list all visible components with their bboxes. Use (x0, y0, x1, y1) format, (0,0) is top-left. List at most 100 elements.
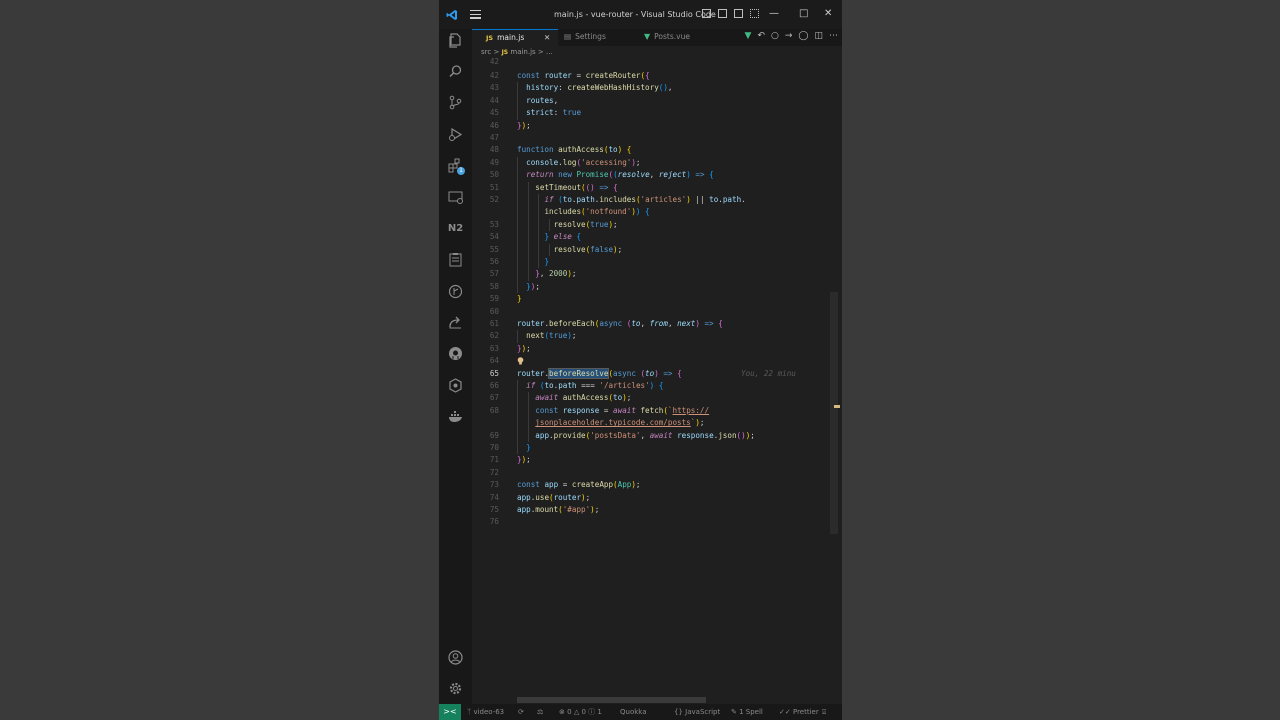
line-number: 44 (489, 95, 499, 105)
breadcrumb-file[interactable]: main.js (510, 48, 535, 56)
quokka-status[interactable]: Quokka (620, 704, 647, 720)
breadcrumb-folder[interactable]: src (481, 48, 491, 56)
nx-console-icon[interactable]: N2 (447, 220, 464, 237)
code-line: 46}); (472, 120, 842, 132)
selected-text: beforeResolve (548, 367, 610, 379)
line-number: 68 (489, 405, 499, 415)
tab-label: Settings (575, 32, 606, 41)
info-icon: ⓘ (588, 708, 596, 716)
code-text: const app = createApp(App); (517, 480, 641, 490)
line-number: 60 (489, 306, 499, 316)
manage-gear-icon[interactable] (447, 680, 464, 697)
lightbulb-quick-fix-icon[interactable] (517, 357, 524, 365)
run-debug-icon[interactable] (447, 126, 464, 143)
breadcrumb-separator: > (537, 48, 544, 56)
language-mode[interactable]: {} JavaScript (674, 704, 720, 720)
publish-icon[interactable]: ⚖ (537, 704, 543, 720)
sync-icon[interactable]: ⟳ (518, 704, 524, 720)
code-line: 52 if (to.path.includes('articles') || t… (472, 194, 842, 207)
breadcrumb[interactable]: src > JS main.js > ... (481, 48, 553, 56)
line-number: 65 (489, 368, 499, 378)
code-text: }); (517, 455, 531, 465)
live-share-icon[interactable] (447, 314, 464, 331)
line-number: 66 (489, 381, 499, 390)
toggle-secondary-sidebar-icon[interactable] (734, 9, 743, 18)
go-next-change-icon[interactable]: → (785, 31, 793, 41)
search-icon[interactable] (447, 63, 464, 80)
tab-posts-vue[interactable]: ▼ Posts.vue (644, 29, 724, 46)
vertical-scrollbar[interactable] (830, 292, 838, 534)
line-number: 46 (489, 120, 499, 130)
split-editor-icon[interactable]: ◫ (814, 31, 823, 41)
code-text: }); (526, 281, 540, 291)
remote-indicator[interactable]: >< (439, 704, 461, 720)
code-text: resolve(false); (553, 244, 623, 254)
warning-icon: △ (573, 708, 580, 716)
code-text: }); (517, 343, 531, 353)
activity-bar: 1 N2 (439, 29, 472, 704)
minimize-button[interactable]: — (769, 8, 779, 19)
git-graph-icon[interactable] (447, 283, 464, 300)
branch-name: video-63 (473, 708, 505, 716)
git-revert-icon[interactable]: ↶ (757, 31, 765, 41)
code-line: 45 strict: true (472, 107, 842, 120)
vue-file-icon: ▼ (644, 32, 651, 41)
git-branch[interactable]: ᛉ video-63 (467, 704, 504, 720)
code-line: 70 } (472, 442, 842, 455)
toggle-primary-sidebar-icon[interactable] (702, 9, 711, 18)
tab-main-js[interactable]: JS main.js ✕ (472, 29, 558, 46)
line-number: 47 (489, 133, 499, 142)
code-line: 60 (472, 306, 842, 318)
close-tab-icon[interactable]: ✕ (544, 30, 550, 45)
line-number: 59 (489, 294, 499, 304)
toggle-panel-icon[interactable] (718, 9, 727, 18)
code-line: 75 app.mount('#app'); (472, 504, 842, 516)
language-name: JavaScript (685, 708, 721, 716)
line-number: 55 (489, 244, 499, 254)
kubernetes-icon[interactable] (447, 377, 464, 394)
line-number: 49 (489, 157, 499, 167)
code-text: next(true); (526, 331, 577, 341)
spell-checker[interactable]: ✎ 1 Spell (731, 704, 763, 720)
extensions-icon[interactable]: 1 (447, 157, 465, 175)
javascript-file-icon: JS (501, 49, 509, 56)
remote-explorer-icon[interactable] (447, 189, 464, 206)
code-editor[interactable]: 42 42 const router = createRouter({ 43 hi… (472, 57, 842, 704)
prettier-label: Prettier (792, 708, 819, 716)
accounts-icon[interactable] (447, 649, 464, 666)
braces-icon: {} (674, 708, 683, 716)
tab-label: main.js (497, 33, 525, 42)
code-text: app.mount('#app'); (517, 505, 600, 514)
info-count: 1 (597, 708, 602, 716)
maximize-button[interactable]: □ (799, 8, 808, 19)
source-control-icon[interactable] (447, 94, 464, 111)
breadcrumb-symbol[interactable]: ... (546, 48, 553, 56)
notifications-icon[interactable]: ⍓ (822, 704, 826, 720)
open-changes-icon[interactable]: ◯ (798, 31, 808, 41)
tab-settings[interactable]: ▤ Settings (564, 29, 644, 46)
spell-count: 1 Spell (739, 708, 763, 716)
code-line-current: 65 router.beforeResolve(async (to) => {Yo… (472, 367, 842, 380)
close-window-button[interactable]: ✕ (824, 8, 832, 19)
code-line: 67 await authAccess(to); (472, 392, 842, 405)
vscode-logo-icon (446, 10, 457, 20)
code-line: 69 app.provide('postsData', await respon… (472, 429, 842, 442)
testing-clipboard-icon[interactable] (447, 251, 464, 268)
docker-icon[interactable] (447, 408, 464, 425)
horizontal-scrollbar[interactable] (517, 697, 706, 703)
explorer-icon[interactable] (447, 32, 464, 49)
hamburger-menu-icon[interactable] (470, 10, 481, 19)
line-number: 69 (489, 430, 499, 440)
github-icon[interactable] (447, 345, 464, 362)
vue-toggle-icon[interactable]: ▼ (745, 31, 752, 41)
more-actions-icon[interactable]: ⋯ (829, 31, 838, 41)
code-text: app.use(router); (517, 492, 591, 502)
line-number: 54 (489, 232, 499, 242)
problems-indicator[interactable]: ⊗ 0 △ 0 ⓘ 1 (559, 704, 602, 720)
prettier-status[interactable]: ✓✓ Prettier (779, 704, 819, 720)
customize-layout-icon[interactable] (750, 9, 759, 18)
code-line: 59} (472, 293, 842, 305)
line-number: 57 (489, 269, 499, 279)
go-previous-change-icon[interactable]: ○ (771, 31, 779, 41)
code-line: 62 next(true); (472, 330, 842, 343)
